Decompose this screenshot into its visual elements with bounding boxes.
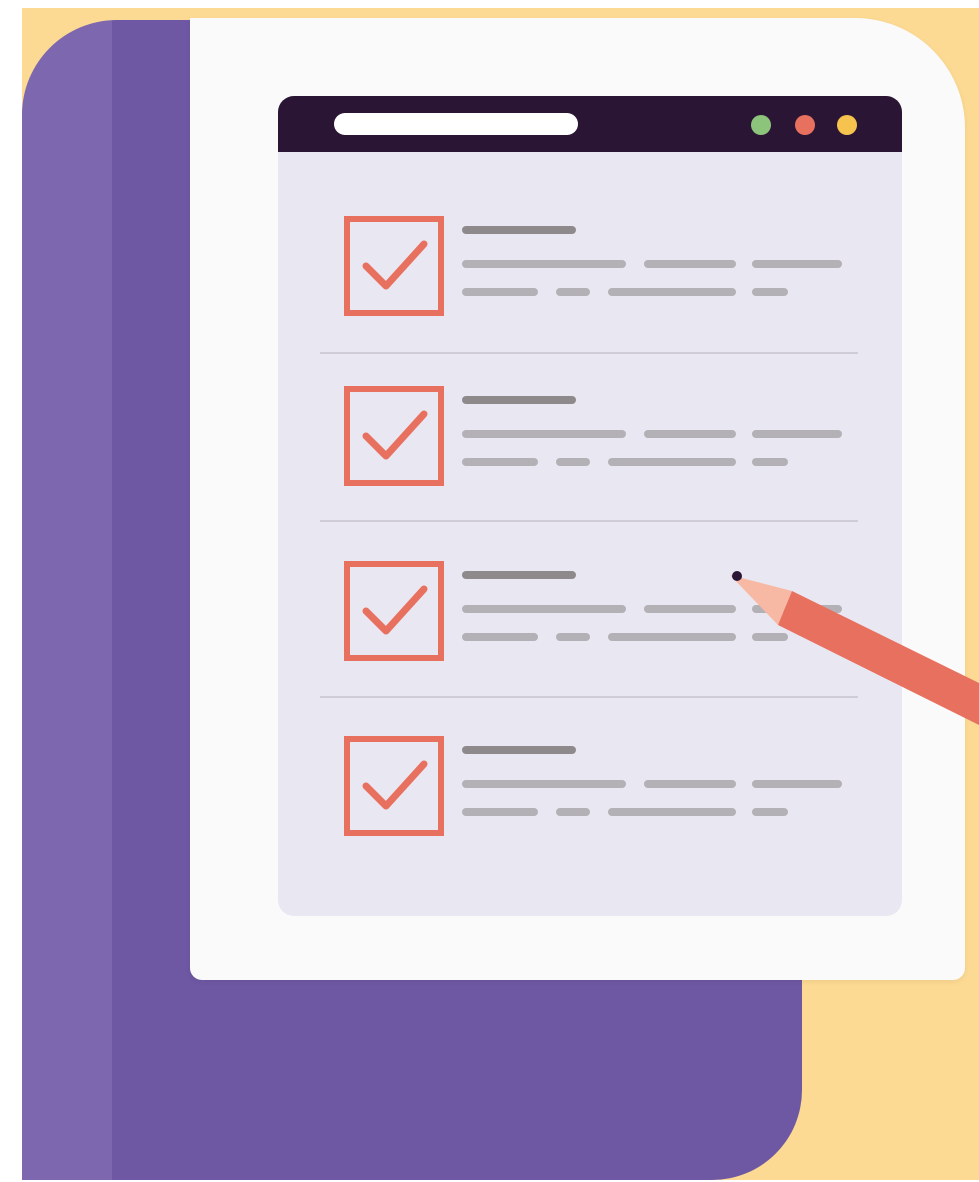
checked-checkbox-icon [344, 561, 444, 661]
item-text-bar [644, 605, 736, 613]
item-text-bar [752, 780, 842, 788]
item-text-bar [462, 780, 626, 788]
item-heading-bar [462, 396, 576, 404]
checked-checkbox-icon [344, 386, 444, 486]
item-text-bar [556, 633, 590, 641]
item-text-bar [608, 808, 736, 816]
item-text-bar [556, 808, 590, 816]
item-text-bar [556, 458, 590, 466]
item-heading-bar [462, 746, 576, 754]
binder-spine [22, 20, 112, 1180]
checklist-item [278, 216, 902, 356]
item-text-bar [462, 605, 626, 613]
item-text-bar [752, 430, 842, 438]
item-heading-bar [462, 571, 576, 579]
green-dot-icon [751, 115, 771, 135]
item-divider [320, 352, 858, 354]
item-text-bar [608, 288, 736, 296]
item-text-bar [752, 288, 788, 296]
item-text-bar [752, 260, 842, 268]
pencil-icon [730, 571, 979, 725]
item-text-bar [608, 458, 736, 466]
item-text-bar [644, 430, 736, 438]
red-dot-icon [795, 115, 815, 135]
checklist-illustration [0, 0, 979, 1182]
yellow-dot-icon [837, 115, 857, 135]
item-text-bar [462, 633, 538, 641]
item-text-bar [752, 808, 788, 816]
checked-checkbox-icon [344, 216, 444, 316]
item-text-bar [462, 260, 626, 268]
item-text-bar [556, 288, 590, 296]
checked-checkbox-icon [344, 736, 444, 836]
item-heading-bar [462, 226, 576, 234]
item-text-bar [462, 430, 626, 438]
item-text-bar [462, 808, 538, 816]
checklist-item [278, 736, 902, 876]
item-divider [320, 520, 858, 522]
address-bar [334, 113, 578, 135]
item-text-bar [462, 458, 538, 466]
item-text-bar [644, 780, 736, 788]
item-text-bar [644, 260, 736, 268]
browser-window [278, 96, 902, 916]
item-text-bar [752, 458, 788, 466]
window-titlebar [278, 96, 902, 152]
item-text-bar [462, 288, 538, 296]
checklist-item [278, 386, 902, 526]
item-text-bar [608, 633, 736, 641]
